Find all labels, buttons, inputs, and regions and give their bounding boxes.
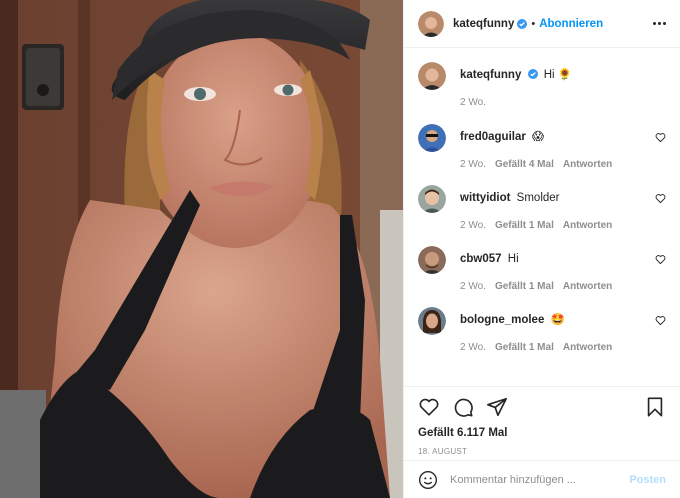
- comment-time: 2 Wo.: [460, 159, 486, 170]
- comments-list[interactable]: kateqfunny Hi 🌻 2 Wo. fred0aguilar 😱 2 W…: [404, 48, 680, 386]
- caption-text: kateqfunny Hi 🌻: [460, 62, 666, 83]
- caption-avatar[interactable]: [418, 62, 446, 90]
- post-photo[interactable]: [0, 0, 403, 498]
- comment-time: 2 Wo.: [460, 281, 486, 292]
- comment-text: 😱: [532, 131, 545, 143]
- instagram-post: kateqfunny • Abonnieren kateqfunny Hi 🌻 …: [0, 0, 680, 498]
- comment-row: cbw057 Hi 2 Wo. Gefällt 1 Mal Antworten: [418, 246, 666, 292]
- heart-icon[interactable]: [655, 132, 666, 143]
- author-username[interactable]: kateqfunny: [453, 18, 514, 30]
- comment-row: fred0aguilar 😱 2 Wo. Gefällt 4 Mal Antwo…: [418, 124, 666, 170]
- comment-input[interactable]: [450, 473, 630, 486]
- author-avatar[interactable]: [418, 10, 444, 37]
- post-sidebar: kateqfunny • Abonnieren kateqfunny Hi 🌻 …: [403, 0, 680, 498]
- caption-row: kateqfunny Hi 🌻 2 Wo.: [418, 62, 666, 108]
- comment-likes-link[interactable]: Gefällt 4 Mal: [495, 159, 554, 170]
- comment-text: Smolder: [516, 192, 560, 204]
- add-comment-bar: Posten: [404, 460, 680, 498]
- commenter-avatar[interactable]: [418, 246, 446, 274]
- verified-icon: [517, 18, 528, 29]
- comment-time: 2 Wo.: [460, 220, 486, 231]
- comment-row: wittyidiot Smolder 2 Wo. Gefällt 1 Mal A…: [418, 185, 666, 231]
- caption-username[interactable]: kateqfunny: [460, 69, 521, 81]
- post-date: 18. AUGUST: [418, 447, 468, 456]
- comment-username[interactable]: bologne_molee: [460, 314, 544, 326]
- share-icon[interactable]: [486, 396, 508, 418]
- comment-username[interactable]: fred0aguilar: [460, 131, 526, 143]
- reply-button[interactable]: Antworten: [563, 220, 612, 231]
- comment-text: Hi: [507, 253, 519, 265]
- reply-button[interactable]: Antworten: [563, 342, 612, 353]
- heart-icon[interactable]: [418, 396, 440, 418]
- emoji-icon[interactable]: [418, 470, 438, 490]
- reply-button[interactable]: Antworten: [563, 281, 612, 292]
- comment-likes-link[interactable]: Gefällt 1 Mal: [495, 342, 554, 353]
- heart-icon[interactable]: [655, 254, 666, 265]
- reply-button[interactable]: Antworten: [563, 159, 612, 170]
- bookmark-icon[interactable]: [644, 396, 666, 418]
- caption-time: 2 Wo.: [460, 97, 486, 108]
- comment-username[interactable]: cbw057: [460, 253, 502, 265]
- comment-username[interactable]: wittyidiot: [460, 192, 510, 204]
- comment-time: 2 Wo.: [460, 342, 486, 353]
- post-comment-button[interactable]: Posten: [629, 474, 666, 486]
- comment-row: bologne_molee 🤩 2 Wo. Gefällt 1 Mal Antw…: [418, 307, 666, 353]
- comment-likes-link[interactable]: Gefällt 1 Mal: [495, 281, 554, 292]
- verified-icon: [527, 69, 538, 79]
- post-actions: Gefällt 6.117 Mal 18. AUGUST Posten: [404, 386, 680, 498]
- selfie-photo: [0, 0, 403, 498]
- more-options-icon[interactable]: [653, 18, 666, 29]
- commenter-avatar[interactable]: [418, 307, 446, 335]
- comment-text: 🤩: [550, 314, 565, 326]
- comment-icon[interactable]: [452, 396, 474, 418]
- commenter-avatar[interactable]: [418, 124, 446, 152]
- heart-icon[interactable]: [655, 193, 666, 204]
- heart-icon[interactable]: [655, 315, 666, 326]
- follow-button[interactable]: Abonnieren: [539, 18, 603, 30]
- comment-likes-link[interactable]: Gefällt 1 Mal: [495, 220, 554, 231]
- like-count[interactable]: Gefällt 6.117 Mal: [418, 427, 666, 439]
- caption-body: Hi 🌻: [543, 69, 573, 81]
- separator-dot: •: [531, 17, 536, 30]
- post-header: kateqfunny • Abonnieren: [404, 0, 680, 48]
- action-icons: [418, 387, 666, 427]
- commenter-avatar[interactable]: [418, 185, 446, 213]
